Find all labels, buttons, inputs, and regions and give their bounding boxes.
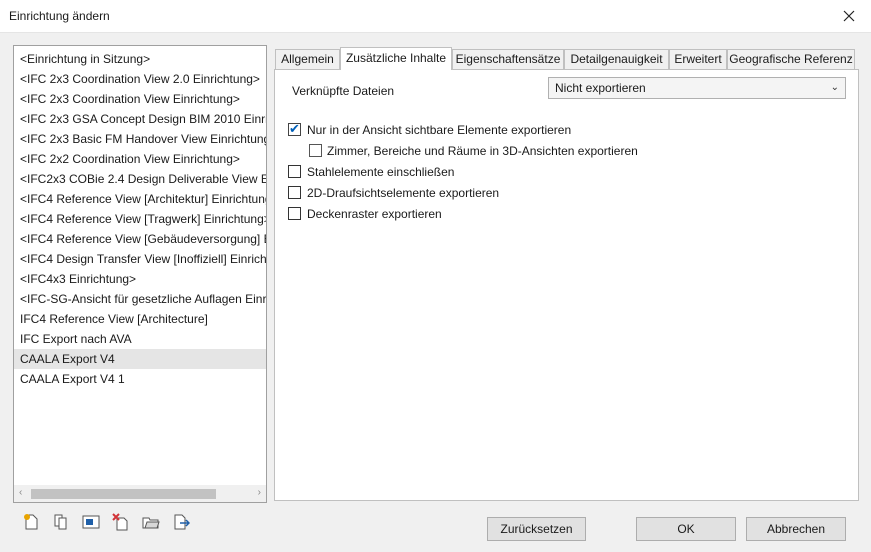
new-setup-icon[interactable] bbox=[22, 513, 40, 531]
chevron-down-icon: ⌄ bbox=[830, 82, 839, 93]
steel-checkbox[interactable] bbox=[288, 165, 301, 178]
setup-list-item[interactable]: <Einrichtung in Sitzung> bbox=[14, 49, 266, 69]
rename-setup-icon[interactable] bbox=[82, 513, 100, 531]
scrollbar-thumb[interactable] bbox=[31, 489, 216, 499]
scroll-left-icon[interactable]: ‹ bbox=[19, 487, 22, 498]
window-title: Einrichtung ändern bbox=[9, 9, 110, 23]
scroll-right-icon[interactable]: › bbox=[258, 487, 261, 498]
import-setup-icon[interactable] bbox=[142, 513, 160, 531]
setup-list-item[interactable]: <IFC 2x3 Basic FM Handover View Einricht… bbox=[14, 129, 266, 149]
ceiling-grid-checkbox[interactable] bbox=[288, 207, 301, 220]
setup-list-item[interactable]: <IFC4x3 Einrichtung> bbox=[14, 269, 266, 289]
linked-files-value: Nicht exportieren bbox=[555, 81, 646, 95]
steel-label: Stahlelemente einschließen bbox=[307, 165, 455, 179]
ceiling-grid-label: Deckenraster exportieren bbox=[307, 207, 442, 221]
setup-list-item[interactable]: <IFC 2x3 Coordination View Einrichtung> bbox=[14, 89, 266, 109]
setup-list-item[interactable]: IFC Export nach AVA bbox=[14, 329, 266, 349]
setup-list-item[interactable]: CAALA Export V4 1 bbox=[14, 369, 266, 389]
cancel-button[interactable]: Abbrechen bbox=[746, 517, 846, 541]
setup-list-item[interactable]: <IFC 2x2 Coordination View Einrichtung> bbox=[14, 149, 266, 169]
setup-list-item[interactable]: IFC4 Reference View [Architecture] bbox=[14, 309, 266, 329]
setup-list-item[interactable]: CAALA Export V4 bbox=[14, 349, 266, 369]
setup-list-item[interactable]: <IFC-SG-Ansicht für gesetzliche Auflagen… bbox=[14, 289, 266, 309]
tab-allgemein[interactable]: Allgemein bbox=[275, 49, 340, 69]
tab-eigenschaftensaetze[interactable]: Eigenschaftensätze bbox=[452, 49, 564, 69]
tab-detailgenauigkeit[interactable]: Detailgenauigkeit bbox=[564, 49, 669, 69]
close-button[interactable] bbox=[827, 0, 871, 32]
horizontal-scrollbar[interactable]: ‹ › bbox=[14, 485, 266, 502]
setup-list-item[interactable]: <IFC 2x3 Coordination View 2.0 Einrichtu… bbox=[14, 69, 266, 89]
plan-2d-label: 2D-Draufsichtselemente exportieren bbox=[307, 186, 500, 200]
visible-only-checkbox[interactable]: ✔ bbox=[288, 121, 301, 136]
duplicate-setup-icon[interactable] bbox=[52, 513, 70, 531]
setup-list-items: <Einrichtung in Sitzung> <IFC 2x3 Coordin… bbox=[14, 49, 266, 389]
setup-list-item[interactable]: <IFC 2x3 GSA Concept Design BIM 2010 Ein… bbox=[14, 109, 266, 129]
checkmark-icon: ✔ bbox=[289, 121, 300, 136]
linked-files-label: Verknüpfte Dateien bbox=[292, 84, 395, 98]
setup-list[interactable]: <Einrichtung in Sitzung> <IFC 2x3 Coordin… bbox=[13, 45, 267, 503]
rooms-3d-label: Zimmer, Bereiche und Räume in 3D-Ansicht… bbox=[327, 144, 638, 158]
tab-zusaetzliche-inhalte[interactable]: Zusätzliche Inhalte bbox=[340, 47, 452, 70]
tab-erweitert[interactable]: Erweitert bbox=[669, 49, 727, 69]
setup-list-item[interactable]: <IFC4 Reference View [Architektur] Einri… bbox=[14, 189, 266, 209]
setup-list-item[interactable]: <IFC4 Reference View [Gebäudeversorgung]… bbox=[14, 229, 266, 249]
tab-geografische-referenz[interactable]: Geografische Referenz bbox=[727, 49, 855, 69]
plan-2d-checkbox[interactable] bbox=[288, 186, 301, 199]
setup-list-item[interactable]: <IFC4 Reference View [Tragwerk] Einricht… bbox=[14, 209, 266, 229]
title-bar: Einrichtung ändern bbox=[0, 0, 871, 33]
export-setup-icon[interactable] bbox=[172, 513, 190, 531]
rooms-3d-checkbox[interactable] bbox=[309, 144, 322, 157]
delete-setup-icon[interactable] bbox=[112, 513, 130, 531]
setup-list-item[interactable]: <IFC2x3 COBie 2.4 Design Deliverable Vie… bbox=[14, 169, 266, 189]
close-icon bbox=[843, 10, 855, 22]
visible-only-label: Nur in der Ansicht sichtbare Elemente ex… bbox=[307, 123, 572, 137]
linked-files-dropdown[interactable]: Nicht exportieren ⌄ bbox=[548, 77, 846, 99]
reset-button[interactable]: Zurücksetzen bbox=[487, 517, 586, 541]
ok-button[interactable]: OK bbox=[636, 517, 736, 541]
setup-list-item[interactable]: <IFC4 Design Transfer View [Inoffiziell]… bbox=[14, 249, 266, 269]
